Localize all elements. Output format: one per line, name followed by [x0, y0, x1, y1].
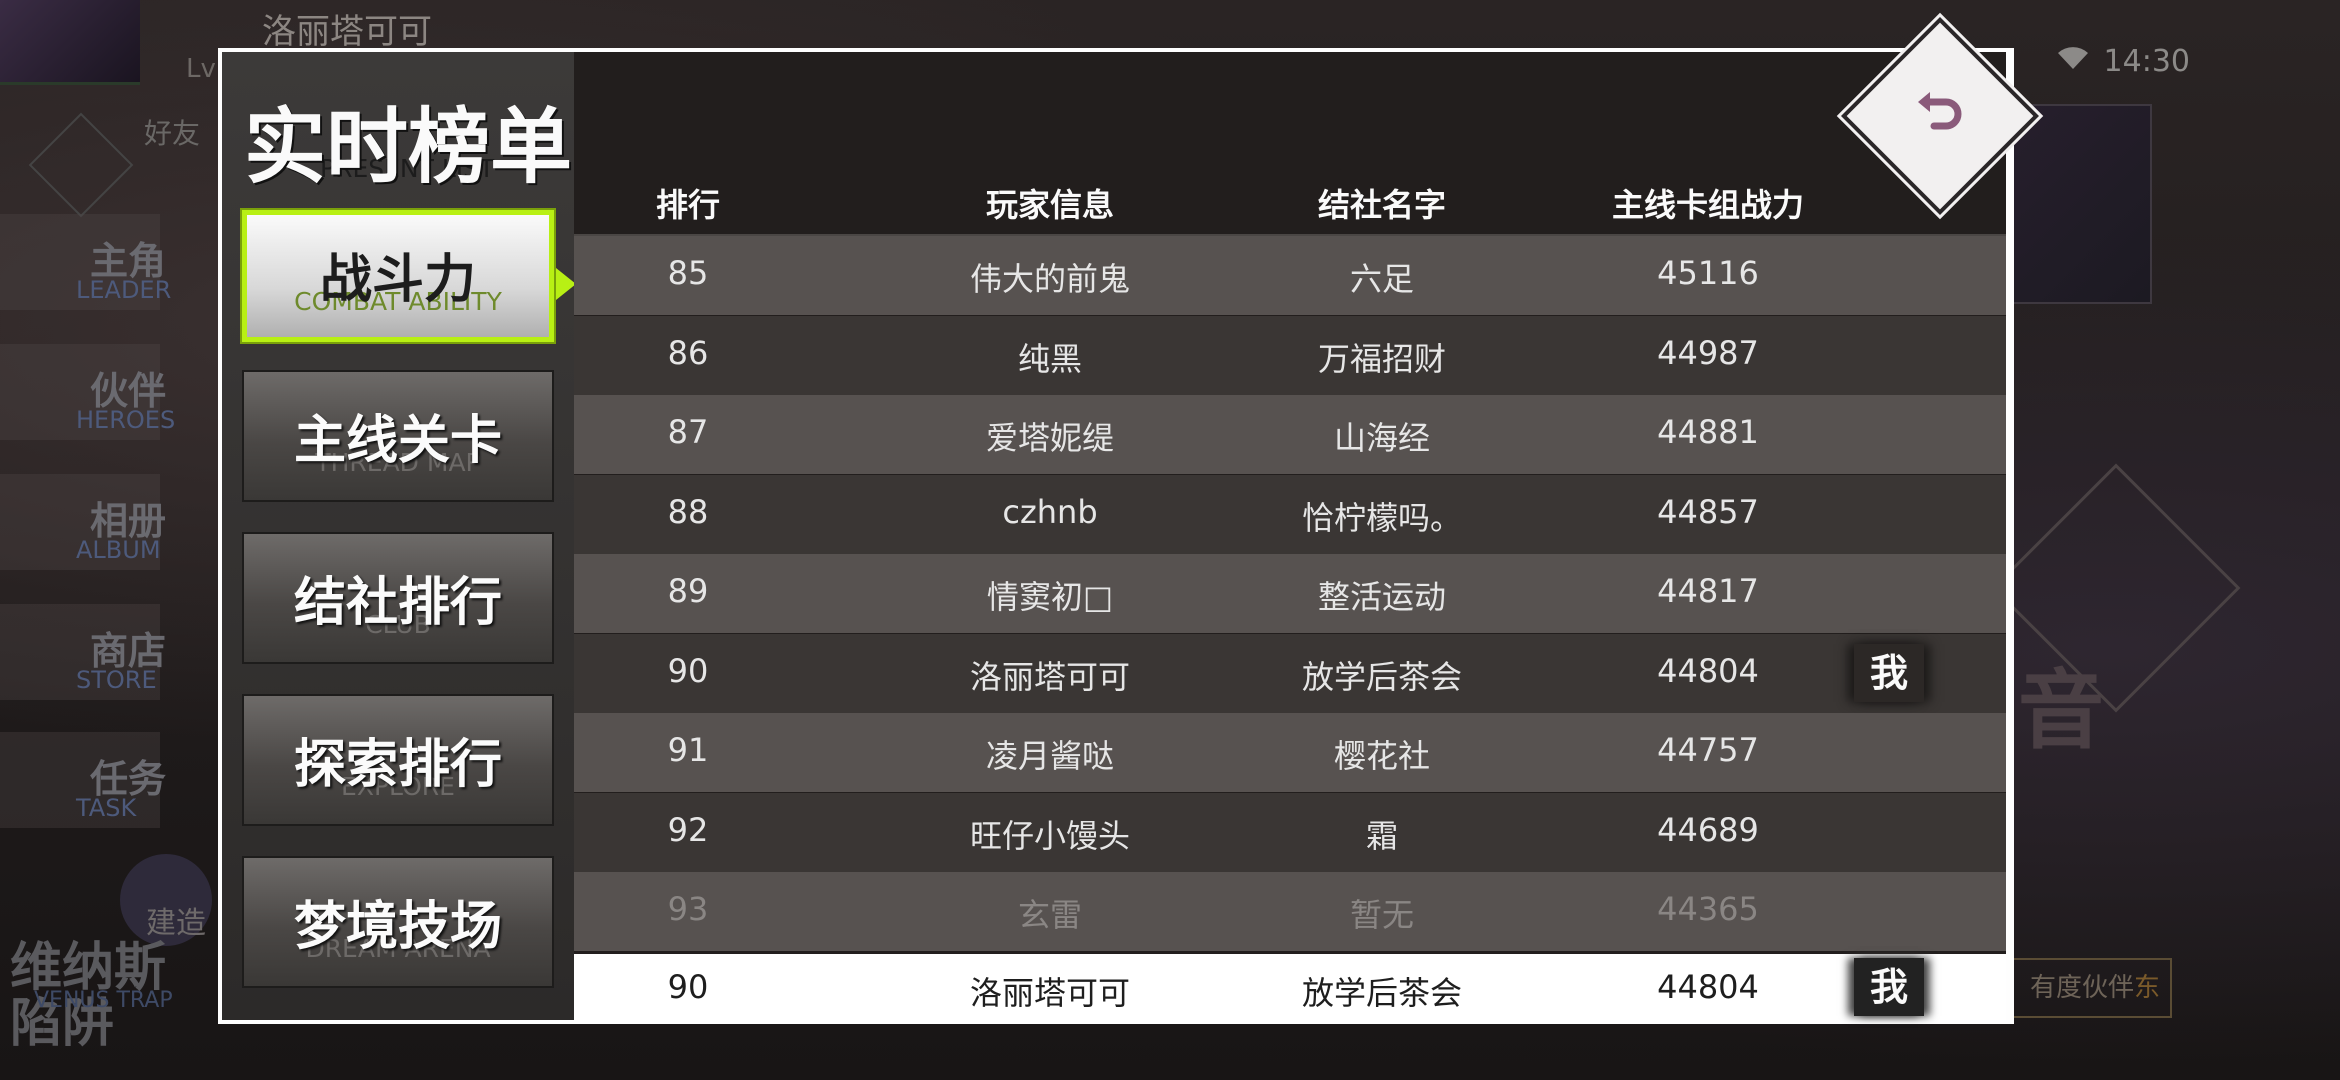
cell-power: 44365: [1657, 890, 1759, 928]
menu-sublabel: HEROES: [76, 406, 176, 434]
tab-label: 梦境技场: [293, 897, 502, 957]
cell-power: 44881: [1657, 413, 1759, 451]
side-menu-heroes[interactable]: 伙伴 HEROES: [0, 340, 175, 458]
status-bar: 14:30: [2056, 44, 2190, 79]
cell-rank: 87: [667, 413, 709, 451]
self-rank-row: 90 洛丽塔可可 放学后茶会 44804 我: [574, 954, 2006, 1020]
tab-club[interactable]: 结社排行 CLUB: [242, 532, 554, 664]
clock-time: 14:30: [2103, 44, 2190, 79]
self-rank: 90: [667, 968, 709, 1006]
table-row[interactable]: 89 情窦初□ 整活运动 44817: [574, 554, 2006, 633]
column-header-rank: 排行: [655, 186, 721, 224]
cell-player: 爱塔妮缇: [985, 419, 1115, 457]
tab-explore[interactable]: 探索排行 EXPLORE: [242, 694, 554, 826]
cell-club: 万福招财: [1317, 339, 1447, 378]
table-row[interactable]: 91 凌月酱哒 樱花社 44757: [574, 713, 2006, 792]
table-row[interactable]: 85 伟大的前鬼 六足 45116: [574, 236, 2006, 315]
side-menu-store[interactable]: 商店 STORE: [0, 600, 170, 718]
tab-label: 探索排行: [293, 735, 502, 795]
cell-player: 洛丽塔可可: [969, 657, 1131, 696]
cell-club: 恰柠檬吗。: [1301, 498, 1463, 537]
active-tab-pointer-icon: [556, 268, 576, 300]
ranking-table[interactable]: 排行 玩家信息 结社名字 主线卡组战力 85 伟大的前鬼 六足 45116 86 纯黑 万福…: [574, 52, 2006, 1020]
menu-sublabel: STORE: [76, 666, 157, 694]
cell-rank: 86: [667, 333, 709, 372]
side-menu-task[interactable]: 任务 TASK: [0, 728, 170, 846]
cell-rank: 91: [667, 731, 709, 769]
dialog-title: 实时榜单: [244, 99, 573, 195]
self-club: 放学后茶会: [1301, 974, 1463, 1012]
tab-dream-arena[interactable]: 梦境技场 DREAM ARENA: [242, 856, 554, 988]
table-row[interactable]: 92 旺仔小馒头 霜 44689: [574, 792, 2006, 872]
cell-power: 44817: [1657, 572, 1759, 610]
tab-label: 战斗力: [319, 250, 476, 310]
cell-club: 整活运动: [1317, 578, 1447, 616]
cell-club: 六足: [1349, 260, 1415, 298]
cell-club: 山海经: [1333, 419, 1431, 457]
cell-power: 44757: [1657, 731, 1759, 769]
self-player: 洛丽塔可可: [969, 974, 1131, 1012]
cell-rank: 89: [667, 572, 709, 610]
player-avatar[interactable]: [0, 0, 140, 85]
player-level: Lv: [186, 54, 216, 84]
column-header-club: 结社名字: [1317, 186, 1447, 224]
cell-player: 纯黑: [1017, 339, 1083, 378]
cell-rank: 85: [667, 254, 709, 292]
column-header-power: 主线卡组战力: [1611, 186, 1805, 224]
cell-power: 44857: [1657, 492, 1759, 531]
cell-power: 45116: [1657, 254, 1759, 292]
tab-label: 主线关卡: [293, 411, 502, 471]
column-header-player: 玩家信息: [985, 186, 1115, 224]
cell-rank: 93: [667, 890, 709, 928]
cell-player: 伟大的前鬼: [969, 260, 1131, 298]
partner-box-accent: 东: [2133, 973, 2160, 1003]
self-power: 44804: [1657, 968, 1759, 1006]
table-row[interactable]: 87 爱塔妮缇 山海经 44881: [574, 395, 2006, 474]
menu-sublabel: LEADER: [76, 276, 172, 304]
venus-trap-sublabel: VENUS TRAP: [34, 988, 173, 1013]
friend-button[interactable]: 好友: [144, 112, 200, 152]
cell-player: czhnb: [1002, 492, 1098, 531]
cell-club: 霜: [1365, 816, 1399, 855]
table-row[interactable]: 88 czhnb 恰柠檬吗。 44857: [574, 474, 2006, 554]
cell-rank: 92: [667, 810, 709, 849]
tab-thread-map[interactable]: 主线关卡 THREAD MAP: [242, 370, 554, 502]
wifi-icon: [2056, 44, 2090, 79]
table-row[interactable]: 93 玄雷 暂无 44365: [574, 872, 2006, 951]
cell-player: 凌月酱哒: [985, 737, 1115, 775]
leaderboard-dialog: PRESENT LIST 实时榜单 战斗力 COMBAT ABILITY 主线关…: [218, 48, 2014, 1024]
cell-rank: 88: [667, 492, 709, 531]
cell-player: 旺仔小馒头: [969, 816, 1131, 855]
return-arrow-icon[interactable]: [1912, 86, 1964, 138]
build-label: 建造: [146, 906, 206, 941]
cell-club: 放学后茶会: [1301, 657, 1463, 696]
table-header: 排行 玩家信息 结社名字 主线卡组战力: [574, 172, 2006, 236]
table-row[interactable]: 86 纯黑 万福招财 44987: [574, 315, 2006, 395]
cell-club: 暂无: [1349, 896, 1415, 934]
partner-box-label: 有度伙伴: [2029, 973, 2134, 1003]
side-menu-album[interactable]: 相册 ALBUM: [0, 470, 170, 588]
cell-club: 樱花社: [1333, 737, 1431, 775]
menu-sublabel: ALBUM: [76, 536, 161, 564]
player-name: 洛丽塔可可: [262, 12, 432, 52]
me-badge: 我: [1854, 643, 1924, 702]
background-glyph: 音: [2018, 661, 2104, 761]
cell-power: 44987: [1657, 333, 1759, 372]
cell-player: 玄雷: [1017, 896, 1083, 934]
cell-rank: 90: [667, 651, 709, 690]
table-row[interactable]: 90 洛丽塔可可 放学后茶会 44804 我: [574, 633, 2006, 713]
side-menu-leader[interactable]: 主角 LEADER: [0, 210, 172, 328]
cell-power: 44689: [1657, 810, 1759, 849]
tab-label: 结社排行: [293, 573, 502, 633]
cell-player: 情窦初□: [986, 578, 1114, 616]
menu-sublabel: TASK: [76, 794, 137, 822]
cell-power: 44804: [1657, 651, 1759, 690]
partner-box[interactable]: 有度伙伴东: [2000, 958, 2172, 1018]
me-badge: 我: [1854, 958, 1924, 1016]
tab-combat-ability[interactable]: 战斗力 COMBAT ABILITY: [242, 210, 554, 342]
category-panel: PRESENT LIST 实时榜单 战斗力 COMBAT ABILITY 主线关…: [222, 52, 576, 1020]
